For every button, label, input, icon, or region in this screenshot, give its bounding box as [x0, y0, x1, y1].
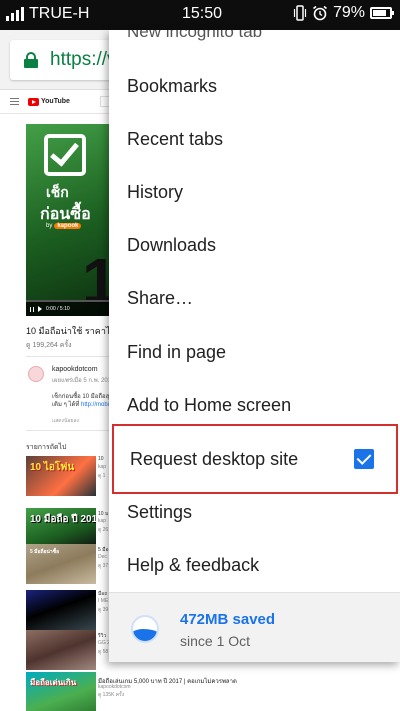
related-views: ดู 26 — [98, 527, 109, 533]
channel-avatar[interactable] — [28, 366, 44, 382]
youtube-play-icon — [28, 97, 39, 106]
related-views: ดู 37 — [98, 563, 109, 569]
overflow-menu: New incognito tab Bookmarks Recent tabs … — [109, 30, 400, 662]
menu-item-label: Share… — [127, 288, 194, 308]
video-overlay-line1: เช็ก — [46, 184, 69, 200]
menu-item-history[interactable]: History — [109, 166, 400, 219]
menu-item-settings[interactable]: Settings — [109, 486, 400, 539]
related-thumbnail[interactable] — [26, 590, 96, 630]
menu-item-label: Settings — [127, 502, 193, 522]
publish-date: เผยแพร่เมื่อ 5 ก.พ. 2017 — [52, 378, 115, 384]
status-left: TRUE-H — [6, 5, 89, 23]
related-channel: kap — [98, 518, 107, 524]
menu-item-label: Add to Home screen — [127, 395, 292, 415]
menu-item-label: Find in page — [127, 342, 227, 362]
related-views: ดู 1 — [98, 473, 106, 479]
related-thumbnail[interactable]: 10 มือถือ ปี 2017 — [26, 508, 96, 548]
youtube-logo[interactable]: YouTube — [28, 97, 70, 106]
menu-item-label: History — [127, 182, 184, 202]
menu-item-new-incognito-tab[interactable]: New incognito tab — [127, 30, 262, 42]
alarm-icon — [312, 5, 327, 21]
description-line2: เติม ๆ ได้ที่ http://mobile — [52, 402, 114, 408]
menu-item-downloads[interactable]: Downloads — [109, 219, 400, 272]
channel-name[interactable]: kapookdotcom — [52, 366, 98, 373]
data-saver-icon — [131, 615, 159, 643]
url-text[interactable]: https://v — [50, 49, 117, 71]
show-less-link[interactable]: แสดงน้อยลง — [52, 417, 79, 425]
menu-item-bookmarks[interactable]: Bookmarks — [109, 60, 400, 113]
video-player[interactable]: เช็ก ก่อนซื้อ by kapook 1 0:00 / 5:10 — [26, 124, 110, 316]
menu-item-request-desktop-site[interactable]: Request desktop site — [112, 424, 398, 494]
signal-icon — [6, 7, 24, 21]
menu-item-share[interactable]: Share… — [109, 272, 400, 325]
related-views: ดู 58 — [98, 649, 109, 655]
menu-item-label: Request desktop site — [130, 448, 299, 469]
related-views: ดู 135K ครั้ง — [98, 692, 125, 698]
hamburger-menu-icon[interactable] — [10, 98, 19, 105]
related-channel: kapookdotcom — [98, 684, 131, 690]
related-channel: Dec — [98, 554, 107, 560]
related-thumbnail[interactable]: มือถือเด่นเกิน — [26, 672, 96, 711]
related-channel: kap — [98, 464, 107, 470]
menu-item-find-in-page[interactable]: Find in page — [109, 326, 400, 379]
related-title[interactable]: 10 ม — [98, 510, 108, 518]
video-time: 0:00 / 5:10 — [46, 306, 70, 312]
menu-item-label: Bookmarks — [127, 76, 218, 96]
vibrate-icon — [293, 5, 307, 21]
checkmark-icon — [44, 134, 86, 176]
related-channel: I ME — [98, 598, 109, 604]
status-bar: TRUE-H 15:50 79% — [0, 0, 400, 30]
related-title[interactable]: รีวิว — [98, 632, 106, 640]
divider — [26, 430, 110, 431]
menu-item-recent-tabs[interactable]: Recent tabs — [109, 113, 400, 166]
data-saved-since: since 1 Oct — [180, 633, 251, 649]
menu-item-label: Downloads — [127, 235, 217, 255]
desktop-site-checkbox[interactable] — [354, 449, 374, 469]
menu-item-help-feedback[interactable]: Help & feedback — [109, 539, 400, 592]
menu-item-label: Recent tabs — [127, 129, 224, 149]
status-right: 79% — [293, 4, 394, 22]
related-title[interactable]: 10 — [98, 456, 104, 462]
lock-icon — [24, 52, 38, 68]
status-time: 15:50 — [182, 5, 223, 22]
up-next-heading: รายการถัดไป — [26, 444, 67, 451]
data-saver-footer[interactable]: 472MB saved since 1 Oct — [109, 592, 400, 662]
video-overlay-by: by kapook — [46, 223, 82, 229]
related-title[interactable]: มือถ — [98, 590, 107, 598]
next-icon[interactable] — [38, 306, 42, 312]
carrier-name: TRUE-H — [29, 5, 90, 22]
related-title[interactable]: 5 มือ — [98, 546, 108, 554]
screen: TRUE-H 15:50 79% https://v YouTube เช็ก … — [0, 0, 400, 711]
battery-percent: 79% — [332, 4, 365, 21]
pause-icon[interactable] — [30, 306, 34, 312]
menu-item-label: Help & feedback — [127, 555, 260, 575]
related-views: ดู 39 — [98, 607, 109, 613]
related-thumbnail[interactable] — [26, 630, 96, 670]
video-controls: 0:00 / 5:10 — [26, 302, 110, 316]
divider — [26, 356, 110, 357]
battery-icon — [370, 7, 394, 19]
related-thumbnail[interactable]: 10 ไอโฟน — [26, 456, 96, 496]
video-views: ดู 199,264 ครั้ง — [26, 342, 72, 349]
data-saved-amount: 472MB saved — [180, 611, 276, 628]
related-thumbnail[interactable]: 5 มือถือน่าซื้อ — [26, 544, 96, 584]
